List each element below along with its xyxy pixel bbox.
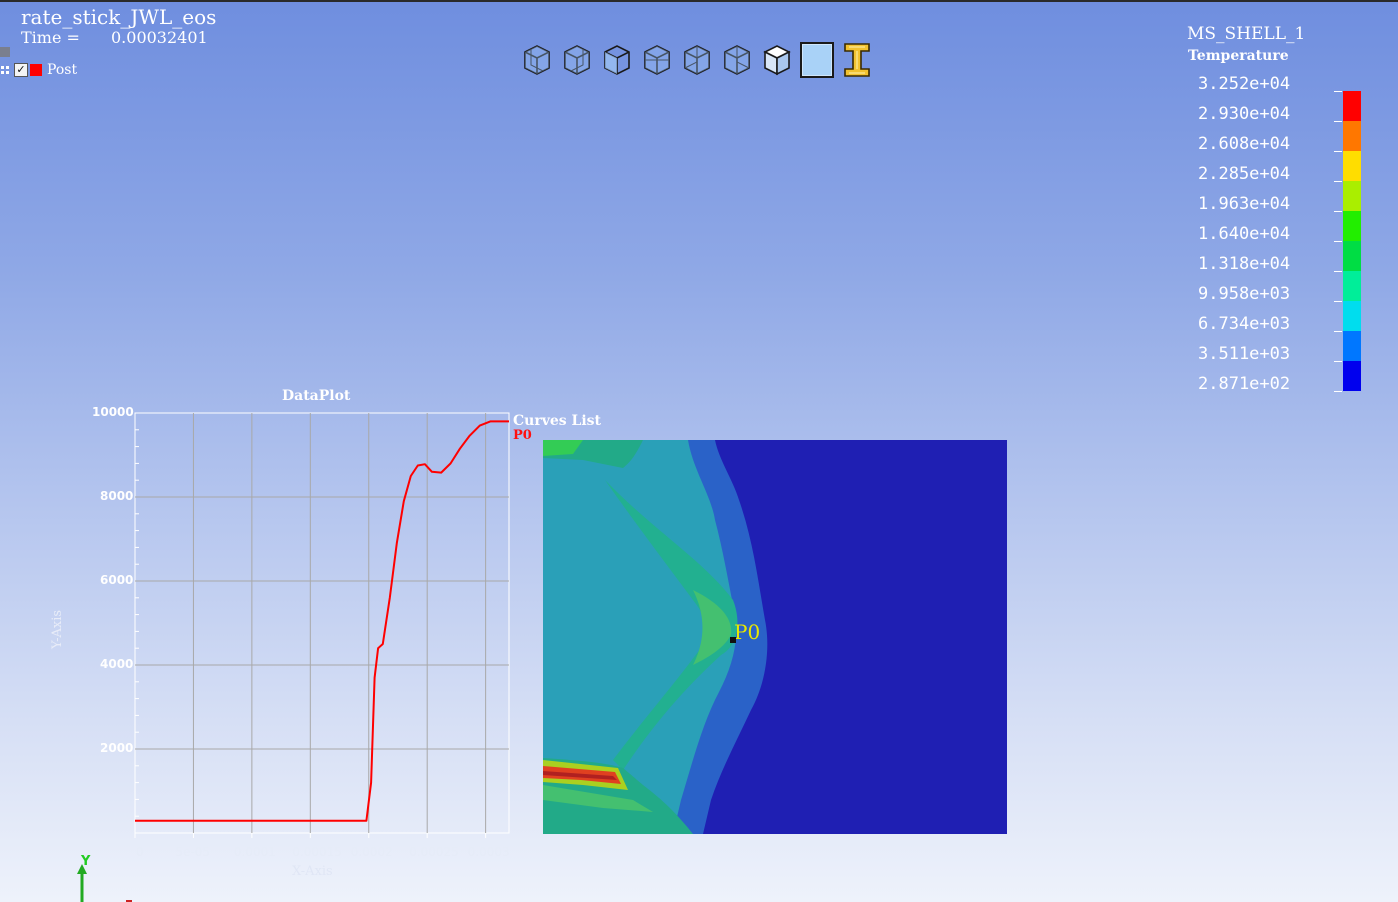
y-tick-label: 10000 [92,405,134,419]
x-axis-label: X-Axis [292,864,333,879]
y-tick-label: 8000 [100,489,134,503]
x-tick-label: 5e-05 [175,845,211,859]
y-tick-label: 6000 [100,573,134,587]
x-tick-label: 0.0002 [350,845,393,859]
x-tick-label: 0.0001 [233,845,276,859]
temperature-contour-view[interactable] [543,440,1007,834]
x-tick-label: 0.00025 [409,845,459,859]
series-line-p0 [135,420,509,822]
x-tick-label: 0.00015 [292,845,342,859]
probe-label: P0 [734,620,761,644]
y-tick-label: 4000 [100,657,134,671]
y-tick-label: 2000 [100,741,134,755]
probe-marker[interactable] [730,637,736,643]
x-tick-label: 0.0003 [467,845,510,859]
axis-triad: Y [77,854,132,902]
plot-frame [134,412,510,834]
y-axis-label: Y-Axis [50,609,66,650]
